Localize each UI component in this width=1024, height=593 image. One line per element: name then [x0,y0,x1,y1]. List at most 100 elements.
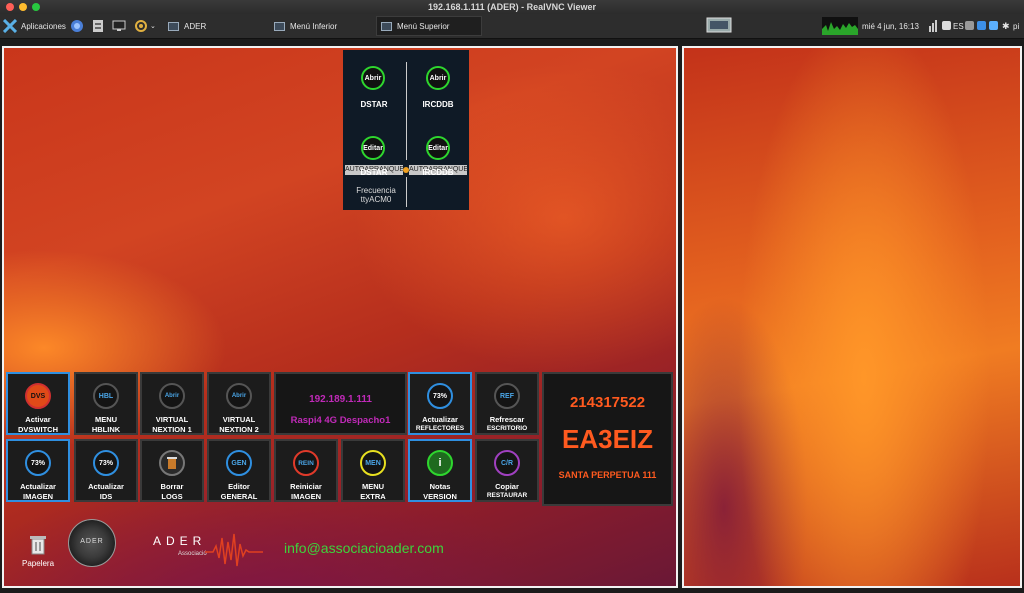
station-id-box: 214317522 EA3EIZ SANTA PERPETUA 111 [542,372,673,506]
men-icon: MEN [360,450,386,476]
user-menu[interactable]: pi [1013,14,1019,38]
notes-tray-icon[interactable] [942,21,951,30]
actualizar-imagen-button[interactable]: 73% Actualizar IMAGEN [6,439,70,502]
ader-logo-subtitle: Associació [178,551,207,557]
edit-ircddb-button[interactable]: Editar [426,136,450,160]
callsign: EA3EIZ [561,424,654,454]
close-window-button[interactable] [6,3,14,11]
window-title: 192.168.1.111 (ADER) - RealVNC Viewer [428,2,596,12]
tile-line1: Activar [25,415,51,424]
menu-extra-button[interactable]: MEN MENU EXTRA [341,439,405,502]
borrar-logs-button[interactable]: Borrar LOGS [140,439,204,502]
tile-line2: EXTRA [360,492,386,501]
browser-icon [71,20,83,32]
tile-line2: GENERAL [220,492,258,501]
contact-email[interactable]: info@associacioader.com [284,540,444,556]
waveform-logo-icon [205,533,263,567]
editor-general-button[interactable]: GEN Editor GENERAL [207,439,271,502]
task-label: Menú Superior [397,21,450,31]
tile-line2: IMAGEN [291,492,321,501]
info-icon: i [427,450,453,476]
window-icon [168,21,179,31]
menu-hblink-button[interactable]: HBL MENU HBLINK [74,372,138,435]
open-ircddb-button[interactable]: Abrir [426,66,450,90]
ip-address: 192.189.1.111 [309,394,372,405]
tile-line1: Borrar [160,482,184,491]
reiniciar-imagen-button[interactable]: REIN Reiniciar IMAGEN [274,439,338,502]
virtual-nextion-1-button[interactable]: Abrir VIRTUAL NEXTION 1 [140,372,204,435]
copiar-restaurar-button[interactable]: C/R Copiar RESTAURAR [475,439,539,502]
actualizar-ids-button[interactable]: 73% Actualizar IDS [74,439,138,502]
trash-icon [30,536,46,555]
tile-line1: MENU [361,482,385,491]
tile-line2: ESCRITORIO [486,425,528,432]
virtual-nextion-2-button[interactable]: Abrir VIRTUAL NEXTION 2 [207,372,271,435]
open-dstar-button[interactable]: Abrir [361,66,385,90]
tile-line2: DVSWITCH [18,425,58,434]
tile-line2: HBLINK [91,425,121,434]
edit-dstar-button[interactable]: Editar [361,136,385,160]
ref-icon: REF [494,383,520,409]
desktop-left-screen [2,46,678,588]
tile-line2: IDS [99,492,113,501]
minimize-window-button[interactable] [19,3,27,11]
location: SANTA PERPETUA 111 [558,470,657,480]
refrescar-escritorio-button[interactable]: REF Refrescar ESCRITORIO [475,372,539,435]
tile-line2: NEXTION 2 [219,425,259,434]
host-info-box: 192.189.1.111 Raspi4 4G Despacho1 [274,372,407,435]
frequency-label: Frecuencia [356,186,396,195]
applications-menu[interactable]: Aplicaciones [3,14,66,38]
tile-line2: RESTAURAR [486,492,528,499]
actualizar-reflectores-button[interactable]: 73% Actualizar REFLECTORES [408,372,472,435]
hbl-icon: HBL [93,383,119,409]
update-tray-icon[interactable] [989,21,998,30]
panel-divider-top [406,62,407,160]
ircddb-label: IRCDDB [422,100,454,109]
network-tray-icon[interactable] [977,21,986,30]
zoom-window-button[interactable] [32,3,40,11]
dstar-edit-label: DSTAR [360,168,388,177]
rein-icon: REIN [293,450,319,476]
volume-tray-icon[interactable] [965,21,974,30]
desktop-icon [706,17,732,33]
tile-line2: IMAGEN [23,492,53,501]
keyboard-layout[interactable]: ES [953,14,964,38]
tile-line1: Reiniciar [290,482,322,491]
terminal-launcher[interactable] [112,14,126,38]
cpu-monitor [822,14,858,38]
file-manager-launcher[interactable] [92,14,104,38]
task-label: Menú Inferior [290,21,338,31]
user-label: pi [1013,21,1020,31]
notas-version-button[interactable]: i Notas VERSION [408,439,472,502]
panel-divider-bottom [406,177,407,207]
gear-icon [135,20,147,32]
show-desktop-button[interactable] [706,14,732,38]
open-icon: Abrir [226,383,252,409]
task-menu-superior[interactable]: Menú Superior [376,16,482,36]
seal-text: ADER [80,538,104,545]
frequency-port: ttyACM0 [360,195,392,204]
clock[interactable]: mié 4 jun, 16:13 [862,14,919,38]
hostname: Raspi4 4G Despacho1 [290,415,391,426]
bars-icon [929,20,937,32]
ader-logo-text: ADER [153,534,207,548]
dmr-id: 214317522 [569,394,646,411]
browser-launcher[interactable] [70,14,84,38]
tile-line1: Notas [429,482,451,491]
bluetooth-icon: ✱ [1002,20,1010,31]
ircddb-edit-label: IRCDDB [422,168,454,177]
frequency-button[interactable]: Frecuencia ttyACM0 [351,186,401,204]
task-ader[interactable]: ADER [164,16,268,36]
settings-launcher[interactable]: ⌄ [134,14,156,38]
top-menu-panel: Abrir DSTAR Abrir IRCDDB AUTOARRANQUE AU… [343,50,469,210]
keyboard-layout-label: ES [953,21,964,31]
tile-line1: VIRTUAL [222,415,256,424]
window-icon [381,21,392,31]
dvs-icon: DVS [25,383,51,409]
activar-dvswitch-button[interactable]: DVS Activar DVSWITCH [6,372,70,435]
progress-ring-icon: 73% [25,450,51,476]
bluetooth-tray[interactable]: ✱ [1002,14,1010,38]
progress-ring-icon: 73% [93,450,119,476]
gen-icon: GEN [226,450,252,476]
task-menu-inferior[interactable]: Menú Inferior [270,16,374,36]
